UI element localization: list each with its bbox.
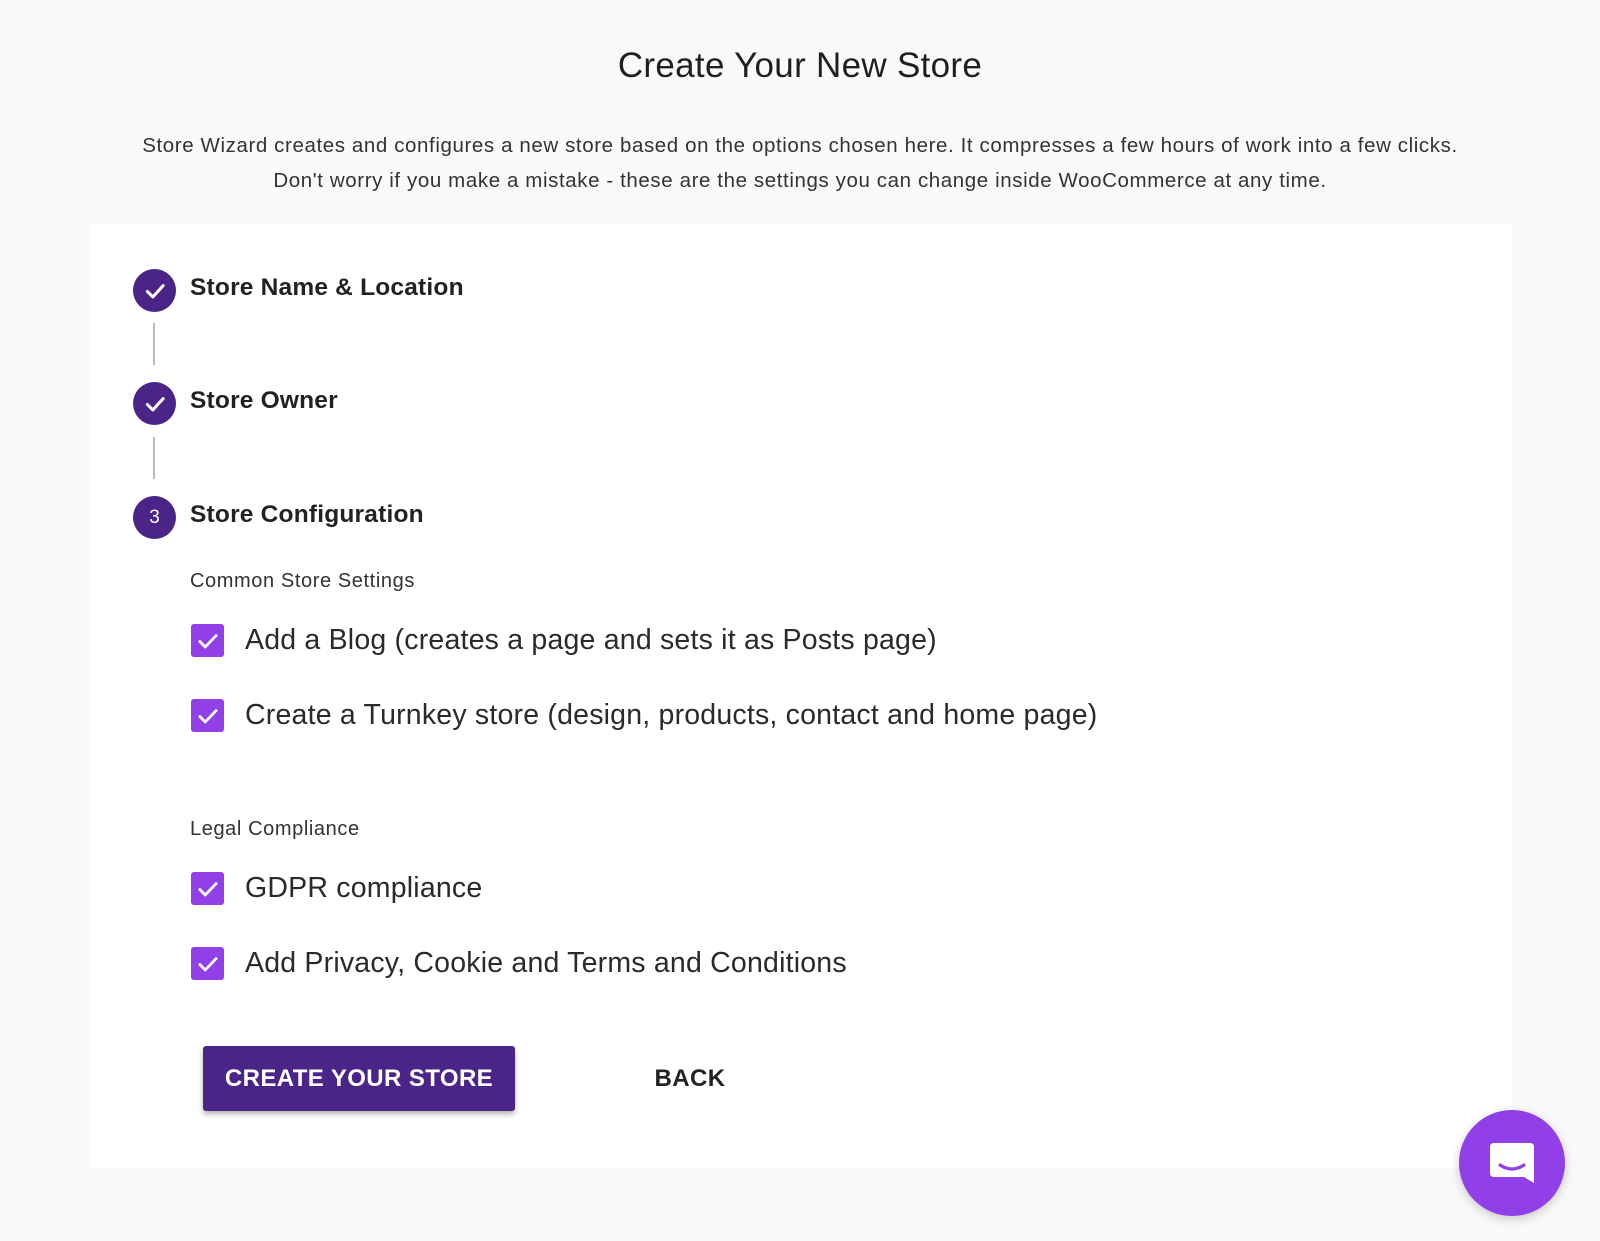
page-intro: Store Wizard creates and configures a ne…: [0, 128, 1600, 198]
step-connector-2: [153, 437, 155, 479]
option-privacy-terms[interactable]: Add Privacy, Cookie and Terms and Condit…: [191, 947, 847, 980]
check-icon: [145, 396, 165, 411]
check-icon: [197, 881, 218, 896]
create-store-button[interactable]: CREATE YOUR STORE: [203, 1046, 515, 1111]
store-wizard-page: Create Your New Store Store Wizard creat…: [0, 0, 1600, 1241]
back-button[interactable]: BACK: [634, 1046, 746, 1111]
step-1-label[interactable]: Store Name & Location: [190, 274, 464, 302]
step-3-active-badge: 3: [133, 496, 176, 539]
check-icon: [197, 708, 218, 723]
check-icon: [197, 956, 218, 971]
check-icon: [197, 633, 218, 648]
add-blog-label[interactable]: Add a Blog (creates a page and sets it a…: [245, 624, 937, 657]
option-add-blog[interactable]: Add a Blog (creates a page and sets it a…: [191, 624, 937, 657]
gdpr-label[interactable]: GDPR compliance: [245, 872, 482, 905]
turnkey-store-label[interactable]: Create a Turnkey store (design, products…: [245, 699, 1097, 732]
turnkey-store-checkbox[interactable]: [191, 699, 224, 732]
common-settings-heading: Common Store Settings: [190, 570, 415, 592]
chat-launcher-button[interactable]: [1459, 1110, 1565, 1216]
step-1-complete-badge[interactable]: [133, 269, 176, 312]
intro-line-2: Don't worry if you make a mistake - thes…: [273, 169, 1327, 192]
step-3-label: Store Configuration: [190, 501, 424, 528]
gdpr-checkbox[interactable]: [191, 872, 224, 905]
legal-compliance-heading: Legal Compliance: [190, 818, 360, 840]
option-gdpr[interactable]: GDPR compliance: [191, 872, 482, 905]
privacy-terms-checkbox[interactable]: [191, 947, 224, 980]
intro-line-1: Store Wizard creates and configures a ne…: [142, 134, 1458, 157]
chat-icon: [1490, 1143, 1534, 1183]
add-blog-checkbox[interactable]: [191, 624, 224, 657]
privacy-terms-label[interactable]: Add Privacy, Cookie and Terms and Condit…: [245, 947, 847, 980]
wizard-card: Store Name & Location Store Owner 3 Stor…: [90, 224, 1512, 1168]
step-2-label[interactable]: Store Owner: [190, 387, 338, 415]
check-icon: [145, 283, 165, 298]
step-2-complete-badge[interactable]: [133, 382, 176, 425]
step-connector-1: [153, 323, 155, 365]
page-title: Create Your New Store: [617, 46, 983, 85]
option-turnkey-store[interactable]: Create a Turnkey store (design, products…: [191, 699, 1097, 732]
